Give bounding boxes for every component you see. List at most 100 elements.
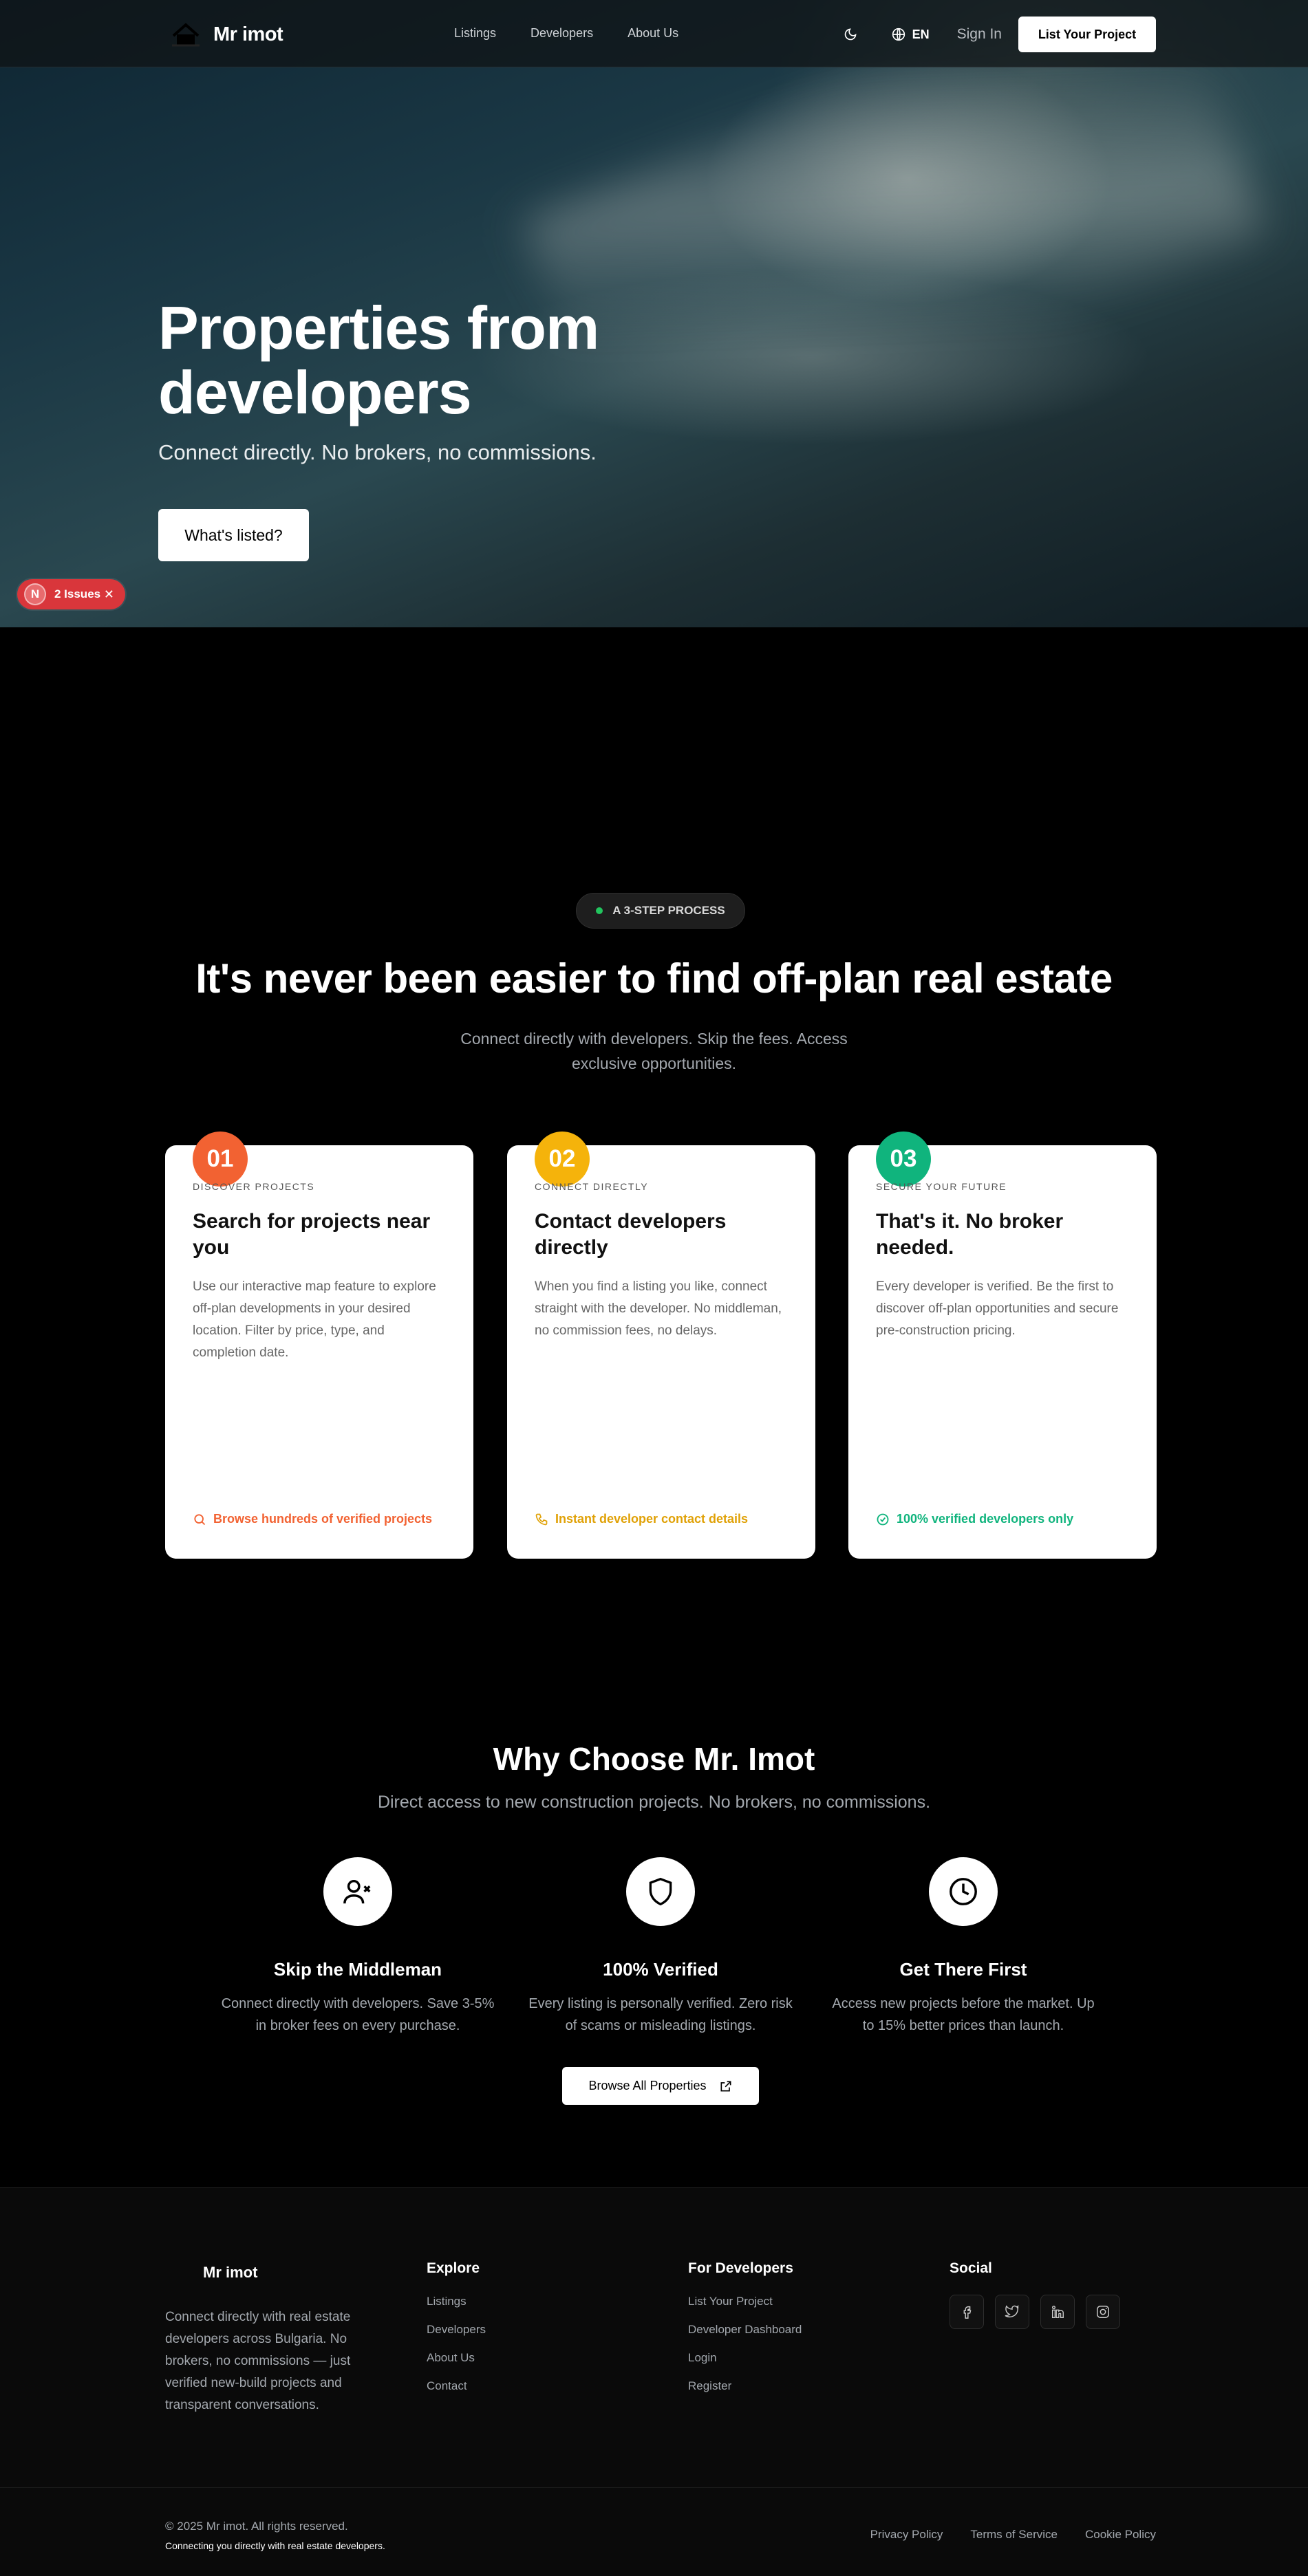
footer-link-about-us[interactable]: About Us (427, 2351, 486, 2365)
shield-icon (649, 1877, 672, 1906)
twitter-icon (1005, 2305, 1019, 2317)
footer-developers-heading: For Developers (688, 2260, 793, 2276)
feature-title: Skip the Middleman (273, 1959, 442, 1980)
footer-link-login[interactable]: Login (688, 2351, 802, 2365)
user-x-icon (343, 1879, 371, 1904)
footer-about: Connect directly with real estate develo… (165, 2310, 351, 2412)
step-body: Every developer is verified. Be the firs… (876, 1279, 1119, 1338)
nav-developers[interactable]: Developers (530, 26, 593, 41)
step-footer: 100% verified developers only (876, 1512, 1073, 1526)
nav-about-us[interactable]: About Us (628, 26, 678, 41)
footer-tagline: Connecting you directly with real estate… (165, 2540, 385, 2551)
dev-issues-badge[interactable]: N 2 Issues ✕ (17, 579, 125, 609)
globe-icon (892, 28, 905, 41)
browse-button-label: Browse All Properties (588, 2079, 707, 2092)
process-pill: A 3-STEP PROCESS (576, 893, 745, 929)
step-number-badge: 01 (193, 1132, 248, 1187)
facebook-icon (963, 2306, 972, 2319)
step-card-3: 03 SECURE YOUR FUTURE That's it. No brok… (848, 1132, 1157, 1559)
hero-subtitle: Connect directly. No brokers, no commiss… (158, 440, 597, 464)
external-link-icon (720, 2081, 731, 2091)
step-eyebrow: CONNECT DIRECTLY (535, 1181, 649, 1192)
status-dot-icon (596, 907, 603, 914)
search-icon (194, 1513, 206, 1525)
facebook-link[interactable] (950, 2295, 984, 2329)
footer-for-developers: For Developers List Your Project Develop… (688, 2260, 802, 2407)
footer-link-dashboard[interactable]: Developer Dashboard (688, 2323, 802, 2337)
step-card-1: 01 DISCOVER PROJECTS Search for projects… (165, 1132, 473, 1559)
theme-toggle-button[interactable] (841, 25, 860, 44)
browse-all-properties-button[interactable]: Browse All Properties (562, 2067, 759, 2105)
step-card-2: 02 CONNECT DIRECTLY Contact developers d… (507, 1132, 815, 1559)
site-footer: Mr imot Connect directly with real estat… (0, 2187, 1308, 2576)
legal-links: Privacy Policy Terms of Service Cookie P… (870, 2528, 1156, 2542)
footer-link-register[interactable]: Register (688, 2379, 802, 2393)
nav-listings[interactable]: Listings (454, 26, 496, 41)
feature-title: Get There First (899, 1959, 1027, 1980)
footer-link-contact[interactable]: Contact (427, 2379, 486, 2393)
step-footer-text: Browse hundreds of verified projects (213, 1512, 433, 1526)
language-selector[interactable]: EN (892, 28, 930, 42)
process-pill-label: A 3-STEP PROCESS (612, 904, 725, 917)
feature-icon-circle (626, 1857, 695, 1926)
hero-section: Properties from developers Connect direc… (0, 0, 1308, 627)
twitter-link[interactable] (995, 2295, 1029, 2329)
feature-description: Every listing is personally verified. Ze… (528, 1996, 793, 2033)
footer-social-heading: Social (950, 2260, 992, 2276)
feature-verified: 100% Verified Every listing is personall… (516, 1857, 805, 2037)
why-subtitle: Direct access to new construction projec… (377, 1793, 931, 1812)
moon-icon (844, 28, 857, 41)
clock-icon (950, 1878, 977, 1905)
social-links (950, 2295, 1120, 2329)
step-eyebrow: DISCOVER PROJECTS (193, 1181, 315, 1192)
step-number-badge: 03 (876, 1132, 931, 1187)
footer-link-listings[interactable]: Listings (427, 2295, 486, 2308)
check-circle-icon (877, 1513, 889, 1525)
process-title: It's never been easier to find off-plan … (195, 955, 1113, 1002)
feature-title: 100% Verified (603, 1959, 718, 1980)
issues-count: 2 Issues (54, 587, 101, 600)
linkedin-icon (1051, 2306, 1064, 2318)
step-title: That's it. No broker needed. (876, 1210, 1064, 1259)
step-footer: Browse hundreds of verified projects (193, 1512, 432, 1526)
instagram-link[interactable] (1086, 2295, 1120, 2329)
step-eyebrow: SECURE YOUR FUTURE (876, 1181, 1007, 1192)
step-body: When you find a listing you like, connec… (535, 1279, 782, 1338)
header-actions: EN Sign In List Your Project (841, 17, 1156, 52)
feature-description: Access new projects before the market. U… (832, 1996, 1095, 2033)
process-subtitle: Connect directly with developers. Skip t… (460, 1030, 848, 1072)
main-nav: Listings Developers About Us (454, 26, 713, 41)
close-icon[interactable]: ✕ (104, 587, 114, 602)
phone-icon (535, 1513, 548, 1525)
step-footer-text: Instant developer contact details (555, 1512, 749, 1526)
footer-explore-heading: Explore (427, 2260, 480, 2276)
terms-of-service-link[interactable]: Terms of Service (970, 2528, 1058, 2542)
logo-house-icon (172, 23, 200, 47)
whats-listed-button[interactable]: What's listed? (158, 509, 309, 561)
footer-link-developers[interactable]: Developers (427, 2323, 486, 2337)
cookie-policy-link[interactable]: Cookie Policy (1085, 2528, 1156, 2542)
language-label: EN (912, 27, 930, 41)
footer-explore: Explore Listings Developers About Us Con… (427, 2260, 486, 2407)
feature-icon-circle (323, 1857, 392, 1926)
why-title: Why Choose Mr. Imot (493, 1741, 815, 1777)
list-your-project-button[interactable]: List Your Project (1018, 17, 1156, 52)
feature-get-there-first: Get There First Access new projects befo… (819, 1857, 1108, 2037)
site-header: Mr imot Listings Developers About Us EN … (0, 0, 1308, 67)
footer-link-list-project[interactable]: List Your Project (688, 2295, 802, 2308)
step-number-badge: 02 (535, 1132, 590, 1187)
feature-skip-middleman: Skip the Middleman Connect directly with… (213, 1857, 502, 2037)
feature-description: Connect directly with developers. Save 3… (221, 1996, 495, 2033)
instagram-icon (1097, 2306, 1109, 2318)
step-body: Use our interactive map feature to explo… (193, 1279, 436, 1360)
logo-text: Mr imot (213, 23, 283, 45)
copyright: © 2025 Mr imot. All rights reserved. (165, 2520, 348, 2533)
footer-brand[interactable]: Mr imot (203, 2264, 257, 2282)
logo[interactable]: Mr imot (171, 21, 283, 48)
sign-in-link[interactable]: Sign In (957, 26, 1002, 43)
privacy-policy-link[interactable]: Privacy Policy (870, 2528, 943, 2542)
linkedin-link[interactable] (1040, 2295, 1075, 2329)
hero-title: Properties from developers (158, 294, 599, 426)
step-title: Search for projects near you (193, 1210, 431, 1259)
step-footer-text: 100% verified developers only (897, 1512, 1074, 1526)
